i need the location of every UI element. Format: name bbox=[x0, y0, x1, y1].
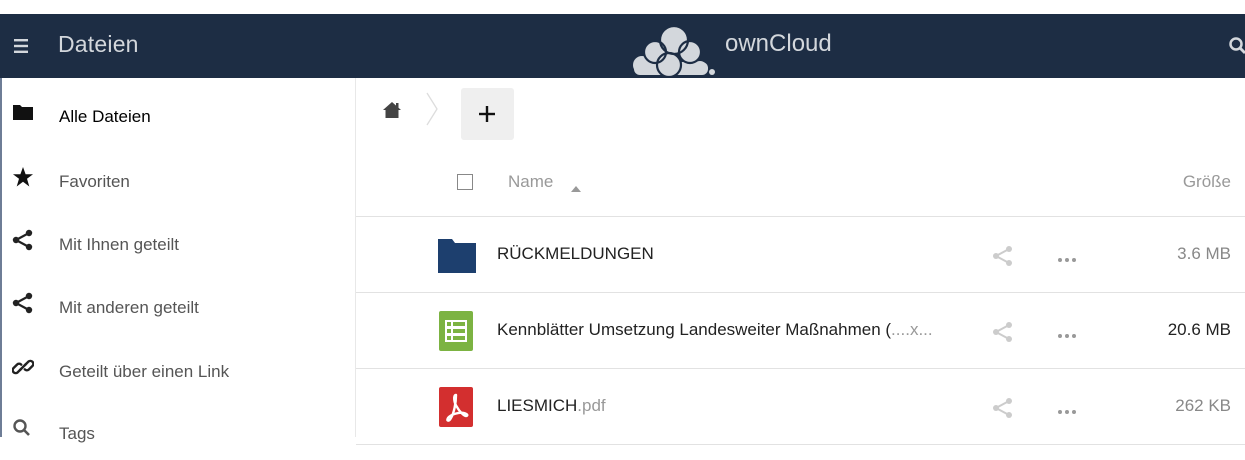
file-name[interactable]: RÜCKMELDUNGEN bbox=[497, 244, 654, 264]
file-name[interactable]: LIESMICH.pdf bbox=[497, 396, 606, 416]
more-actions-icon[interactable] bbox=[1056, 403, 1078, 414]
home-icon[interactable] bbox=[382, 100, 402, 120]
column-header-size[interactable]: Größe bbox=[1183, 172, 1231, 192]
sidebar-item-label: Tags bbox=[59, 424, 95, 443]
file-name[interactable]: Kennblätter Umsetzung Landesweiter Maßna… bbox=[497, 320, 933, 340]
table-row[interactable]: Kennblätter Umsetzung Landesweiter Maßna… bbox=[356, 293, 1245, 369]
sidebar-item-label: Alle Dateien bbox=[59, 107, 151, 126]
breadcrumb-separator-icon bbox=[425, 92, 439, 126]
table-row[interactable]: RÜCKMELDUNGEN 3.6 MB bbox=[356, 217, 1245, 293]
sidebar-item-label: Mit anderen geteilt bbox=[59, 298, 199, 317]
header-bar: Dateien ownCloud bbox=[0, 14, 1245, 79]
file-table-header: Name Größe bbox=[356, 148, 1245, 217]
owncloud-logo-icon[interactable] bbox=[628, 18, 718, 79]
breadcrumb bbox=[356, 78, 1245, 140]
logo-text: ownCloud bbox=[725, 30, 832, 57]
spreadsheet-icon bbox=[437, 311, 477, 351]
sidebar-item-favoriten[interactable]: Favoriten bbox=[2, 148, 355, 208]
file-size: 20.6 MB bbox=[1167, 320, 1231, 339]
share-icon[interactable] bbox=[992, 397, 1014, 419]
folder-icon bbox=[437, 235, 477, 275]
table-row[interactable]: LIESMICH.pdf 262 KB bbox=[356, 369, 1245, 445]
sidebar-item-label: Geteilt über einen Link bbox=[59, 362, 230, 381]
folder-icon bbox=[12, 101, 34, 123]
sidebar: Alle Dateien Favoriten Mit Ihnen geteilt… bbox=[0, 78, 355, 443]
file-size: 3.6 MB bbox=[1177, 244, 1231, 263]
sidebar-item-geteilt-ueber-link[interactable]: Geteilt über einen Link bbox=[2, 338, 355, 398]
sidebar-item-mit-anderen-geteilt[interactable]: Mit anderen geteilt bbox=[2, 274, 355, 334]
sidebar-item-mit-ihnen-geteilt[interactable]: Mit Ihnen geteilt bbox=[2, 211, 355, 271]
more-actions-icon[interactable] bbox=[1056, 251, 1078, 262]
more-actions-icon[interactable] bbox=[1056, 327, 1078, 338]
sidebar-item-alle-dateien[interactable]: Alle Dateien bbox=[2, 83, 355, 143]
sidebar-item-label: Mit Ihnen geteilt bbox=[59, 235, 180, 254]
column-header-name[interactable]: Name bbox=[508, 172, 553, 192]
sidebar-item-label: Favoriten bbox=[59, 172, 130, 191]
link-icon bbox=[11, 356, 35, 378]
sort-ascending-icon[interactable] bbox=[571, 179, 581, 192]
file-size: 262 KB bbox=[1175, 396, 1231, 415]
pdf-icon bbox=[437, 387, 477, 427]
sidebar-item-tags[interactable]: Tags bbox=[2, 400, 355, 460]
share-icon[interactable] bbox=[992, 245, 1014, 267]
menu-icon[interactable] bbox=[12, 36, 36, 56]
share-icon bbox=[12, 229, 34, 251]
new-file-button[interactable] bbox=[461, 88, 514, 140]
app-title[interactable]: Dateien bbox=[58, 31, 139, 58]
search-icon[interactable] bbox=[1228, 36, 1245, 56]
share-icon bbox=[12, 292, 34, 314]
select-all-checkbox[interactable] bbox=[457, 174, 473, 190]
share-icon[interactable] bbox=[992, 321, 1014, 343]
star-icon bbox=[12, 166, 34, 188]
